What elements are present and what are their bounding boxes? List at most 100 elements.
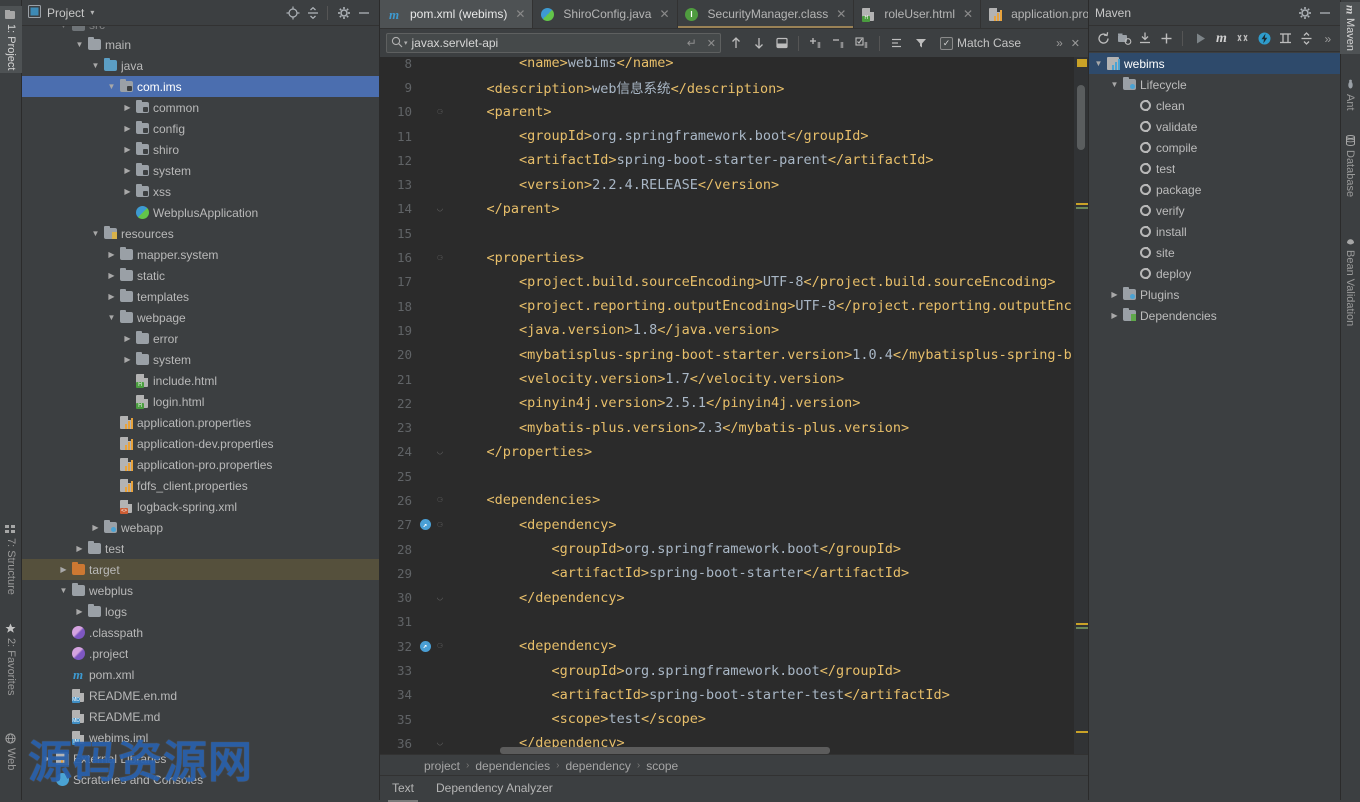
tree-item-pom-xml[interactable]: m pom.xml	[22, 664, 379, 685]
tree-item-webims-iml[interactable]: IM webims.iml	[22, 727, 379, 748]
filter-icon[interactable]	[912, 34, 930, 52]
maven-tree-item-compile[interactable]: compile	[1089, 137, 1340, 158]
sidebar-item-database[interactable]: Database	[1340, 132, 1360, 200]
code-line[interactable]: 14 ◡ </parent>	[380, 197, 1088, 221]
maven-tree-item-webims[interactable]: ▼ webims	[1089, 53, 1340, 74]
tree-item-resources[interactable]: ▼ resources	[22, 223, 379, 244]
chevron-down-icon[interactable]: ▼	[106, 81, 117, 92]
sidebar-item-ant[interactable]: Ant	[1340, 76, 1360, 114]
gear-icon[interactable]	[1296, 4, 1314, 22]
tree-item-logs[interactable]: ▶ logs	[22, 601, 379, 622]
gear-icon[interactable]	[335, 4, 353, 22]
code-line[interactable]: 16 ⚆ <properties>	[380, 245, 1088, 269]
tree-item-application-pro-properties[interactable]: application-pro.properties	[22, 454, 379, 475]
breadcrumb-item-dependency[interactable]: dependency	[565, 759, 630, 773]
tree-item-java[interactable]: ▼ java	[22, 55, 379, 76]
editor-scroll-markers[interactable]	[1074, 57, 1088, 754]
maven-tree-item-clean[interactable]: clean	[1089, 95, 1340, 116]
tree-item-webplusapplication[interactable]: WebplusApplication	[22, 202, 379, 223]
tree-item-logback-spring-xml[interactable]: <> logback-spring.xml	[22, 496, 379, 517]
select-all-icon[interactable]	[773, 34, 791, 52]
hide-panel-icon[interactable]	[1316, 4, 1334, 22]
tree-item-application-properties[interactable]: application.properties	[22, 412, 379, 433]
chevron-right-icon[interactable]: ▶	[122, 102, 133, 113]
code-line[interactable]: 32 ↗ ⚆ <dependency>	[380, 634, 1088, 658]
chevron-right-icon[interactable]: ▶	[58, 564, 69, 575]
reload-icon[interactable]	[1095, 30, 1111, 48]
run-icon[interactable]	[1192, 30, 1208, 48]
warning-marker[interactable]	[1077, 59, 1087, 67]
chevron-down-icon[interactable]: ▼	[1109, 79, 1120, 90]
sidebar-item-maven[interactable]: m Maven	[1340, 2, 1360, 55]
tree-item-templates[interactable]: ▶ templates	[22, 286, 379, 307]
tree-item-com-ims[interactable]: ▼ com.ims	[22, 76, 379, 97]
sidebar-item-favorites[interactable]: 2: Favorites	[0, 620, 22, 698]
fold-marker[interactable]: ⚆	[432, 641, 448, 651]
maven-tree-item-verify[interactable]: verify	[1089, 200, 1340, 221]
execute-maven-goal-icon[interactable]: m	[1213, 30, 1229, 48]
code-line[interactable]: 18 <project.reporting.outputEncoding>UTF…	[380, 294, 1088, 318]
select-all-occurrences-icon[interactable]: Ⅱ	[854, 34, 872, 52]
code-line[interactable]: 24 ◡ </properties>	[380, 440, 1088, 464]
show-dependencies-icon[interactable]	[1277, 30, 1293, 48]
tree-item-static[interactable]: ▶ static	[22, 265, 379, 286]
code-line[interactable]: 9 <description>web信息系统</description>	[380, 75, 1088, 99]
maven-tree-item-validate[interactable]: validate	[1089, 116, 1340, 137]
tree-item-shiro[interactable]: ▶ shiro	[22, 139, 379, 160]
code-line[interactable]: 34 <artifactId>spring-boot-starter-test<…	[380, 683, 1088, 707]
code-line[interactable]: 11 <groupId>org.springframework.boot</gr…	[380, 124, 1088, 148]
code-line[interactable]: 31	[380, 610, 1088, 634]
fold-marker[interactable]: ◡	[432, 447, 448, 457]
maven-tree-item-dependencies[interactable]: ▶ Dependencies	[1089, 305, 1340, 326]
code-line[interactable]: 21 <velocity.version>1.7</velocity.versi…	[380, 367, 1088, 391]
maven-tree-item-test[interactable]: test	[1089, 158, 1340, 179]
breadcrumb[interactable]: project › dependencies › dependency › scope	[380, 754, 1088, 776]
chevron-down-icon[interactable]: ▼	[1093, 58, 1104, 69]
chevron-right-icon[interactable]: ▶	[106, 291, 117, 302]
match-case-toggle[interactable]: ✓ Match Case	[940, 36, 1021, 50]
chevron-right-icon[interactable]: ▶	[122, 333, 133, 344]
code-line[interactable]: 23 <mybatis-plus.version>2.3</mybatis-pl…	[380, 415, 1088, 439]
code-line[interactable]: 29 <artifactId>spring-boot-starter</arti…	[380, 561, 1088, 585]
vertical-scrollbar-thumb[interactable]	[1077, 85, 1085, 150]
editor-tab-roleuser-html[interactable]: HroleUser.html ✕	[854, 0, 982, 28]
code-line[interactable]: 8 <name>webims</name>	[380, 57, 1088, 75]
project-tree[interactable]: ▼ src ▼ main ▼ java ▼ com.ims ▶ common ▶ config ▶ shi…	[22, 26, 379, 800]
chevron-right-icon[interactable]: ▶	[122, 144, 133, 155]
tree-item-readme-md[interactable]: MD README.md	[22, 706, 379, 727]
enter-icon[interactable]: ↵	[687, 36, 697, 50]
maven-tree[interactable]: ▼ webims ▼ Lifecycle clean validate compile tes…	[1089, 53, 1340, 800]
fold-marker[interactable]: ◡	[432, 204, 448, 214]
code-line[interactable]: 17 <project.build.sourceEncoding>UTF-8</…	[380, 270, 1088, 294]
breadcrumb-item-scope[interactable]: scope	[646, 759, 678, 773]
tree-item-src[interactable]: ▼ src	[22, 26, 379, 34]
tree-item-include-html[interactable]: Hinclude.html	[22, 370, 379, 391]
code-line[interactable]: 13 <version>2.2.4.RELEASE</version>	[380, 172, 1088, 196]
tree-item-mapper-system[interactable]: ▶ mapper.system	[22, 244, 379, 265]
editor-bottom-tabs[interactable]: Text Dependency Analyzer	[380, 775, 1088, 802]
fold-marker[interactable]: ◡	[432, 738, 448, 748]
tree-item-webplus[interactable]: ▼ webplus	[22, 580, 379, 601]
chevron-right-icon[interactable]: ▶	[74, 543, 85, 554]
tree-item-config[interactable]: ▶ config	[22, 118, 379, 139]
editor-bottom-tab-dependency-analyzer[interactable]: Dependency Analyzer	[432, 778, 557, 798]
close-icon[interactable]: ✕	[963, 7, 973, 21]
code-line[interactable]: 19 <java.version>1.8</java.version>	[380, 318, 1088, 342]
breadcrumb-item-dependencies[interactable]: dependencies	[475, 759, 550, 773]
add-maven-project-icon[interactable]	[1159, 30, 1175, 48]
editor-tab-securitymanager-class[interactable]: I SecurityManager.class ✕	[677, 0, 855, 28]
tree-item-readme-en-md[interactable]: MD README.en.md	[22, 685, 379, 706]
chevron-down-icon[interactable]: ▾	[404, 39, 408, 47]
code-line[interactable]: 10 ⚆ <parent>	[380, 100, 1088, 124]
maven-tree-item-deploy[interactable]: deploy	[1089, 263, 1340, 284]
chevron-right-icon[interactable]: ▶	[122, 123, 133, 134]
tree-item-webpage[interactable]: ▼ webpage	[22, 307, 379, 328]
sidebar-item-project[interactable]: 1: Project	[0, 6, 22, 74]
locate-icon[interactable]	[284, 4, 302, 22]
chevron-right-icon[interactable]: ▶	[1109, 289, 1120, 300]
close-icon[interactable]: ✕	[659, 7, 669, 21]
tree-item-common[interactable]: ▶ common	[22, 97, 379, 118]
chevron-right-icon[interactable]: ▶	[90, 522, 101, 533]
tree-item--classpath[interactable]: .classpath	[22, 622, 379, 643]
editor-bottom-tab-text[interactable]: Text	[388, 778, 419, 802]
